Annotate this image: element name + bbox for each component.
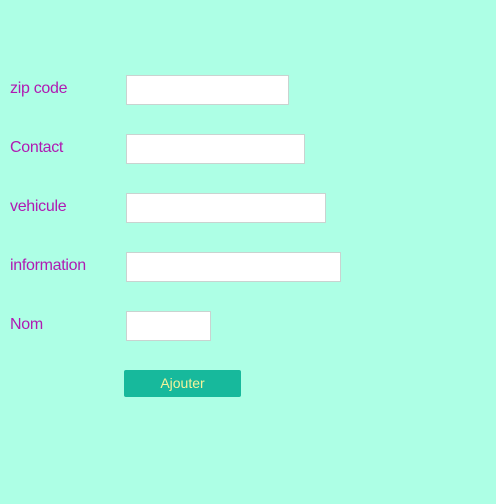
contact-input[interactable] (126, 134, 305, 164)
nom-label: Nom (10, 316, 43, 333)
contact-row: Contact (0, 134, 496, 164)
vehicule-input[interactable] (126, 193, 326, 223)
zip-code-input[interactable] (126, 75, 289, 105)
nom-input[interactable] (126, 311, 211, 341)
vehicule-label: vehicule (10, 198, 67, 215)
ajouter-button[interactable]: Ajouter (124, 370, 241, 397)
information-label: information (10, 257, 86, 274)
zip-code-row: zip code (0, 75, 496, 105)
zip-code-label: zip code (10, 80, 68, 97)
vehicule-row: vehicule (0, 193, 496, 223)
information-row: information (0, 252, 496, 282)
nom-row: Nom (0, 311, 496, 341)
information-input[interactable] (126, 252, 341, 282)
contact-label: Contact (10, 139, 64, 156)
